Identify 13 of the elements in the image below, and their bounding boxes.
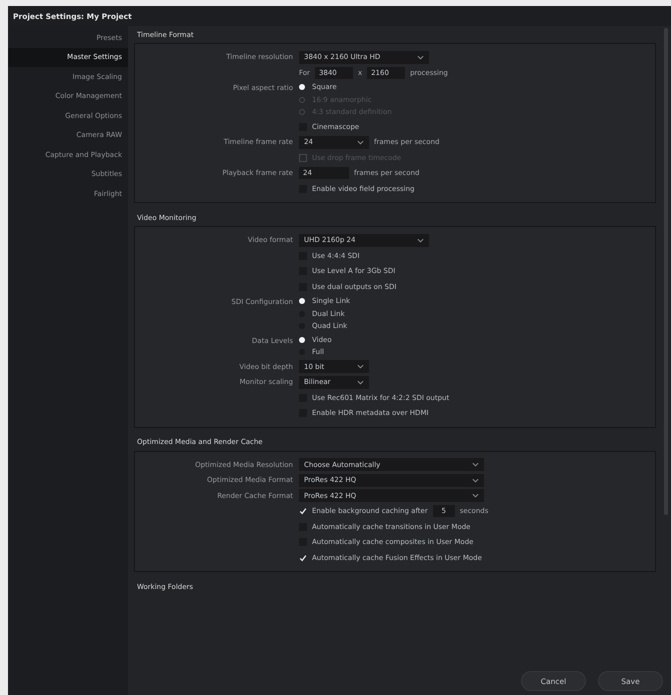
chevron-down-icon: [357, 140, 364, 145]
chevron-down-icon: [357, 380, 364, 385]
chevron-down-icon: [472, 478, 479, 483]
chevron-down-icon: [472, 493, 479, 498]
chevron-down-icon: [357, 364, 364, 370]
chevron-down-icon: [417, 54, 424, 60]
chevron-down-icon: [472, 462, 479, 468]
radio-button[interactable]: [299, 84, 305, 90]
check-icon: [299, 554, 307, 562]
chevron-down-icon: [417, 238, 424, 243]
radio-button[interactable]: [299, 298, 305, 304]
check-icon: [299, 507, 307, 516]
radio-button[interactable]: [299, 336, 305, 343]
